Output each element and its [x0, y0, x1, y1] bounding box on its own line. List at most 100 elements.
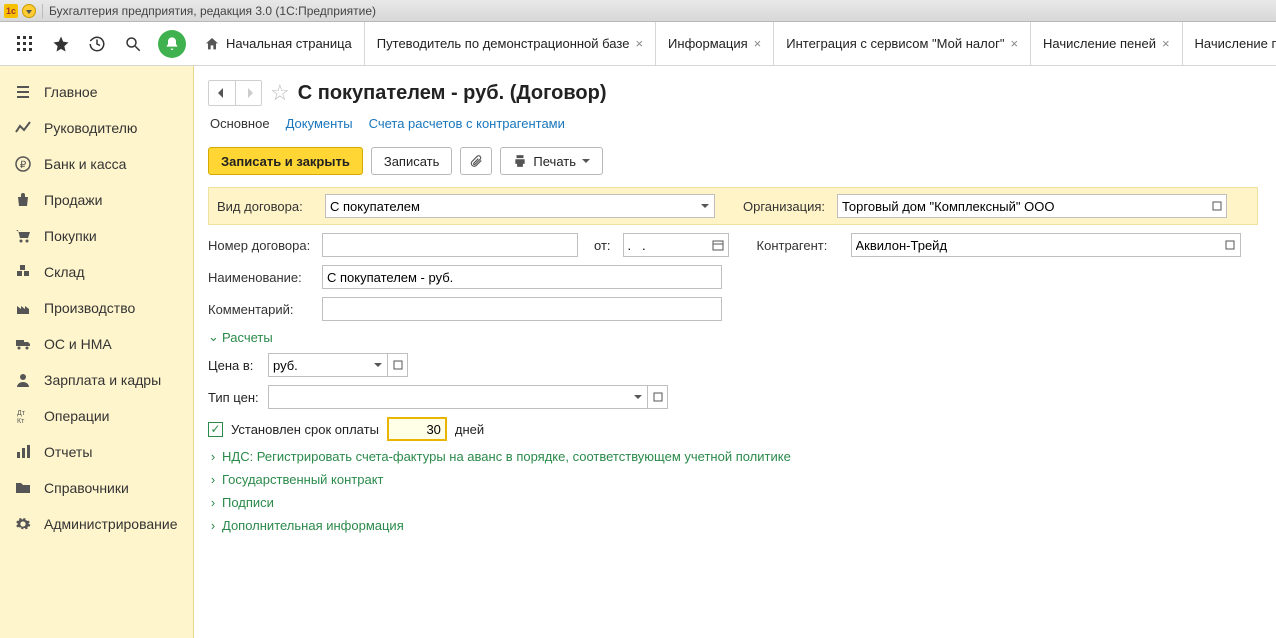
top-icon-zone	[0, 22, 194, 65]
due-checkbox[interactable]: ✓	[208, 422, 223, 437]
section-gov-contract[interactable]: › Государственный контракт	[208, 472, 1258, 487]
price-type-field[interactable]	[268, 385, 668, 409]
dropdown-button[interactable]	[695, 194, 715, 218]
tab-home[interactable]: Начальная страница	[194, 22, 365, 65]
tab-label: Начисление пеней	[1043, 36, 1156, 51]
sidebar-label: Банк и касса	[44, 156, 126, 172]
sidebar-item-catalogs[interactable]: Справочники	[0, 470, 193, 506]
back-button[interactable]	[209, 81, 235, 105]
price-type-input[interactable]	[268, 385, 628, 409]
chevron-right-icon: ›	[208, 495, 218, 510]
history-icon[interactable]	[86, 33, 108, 55]
calendar-icon	[712, 239, 724, 251]
tab-label: Начисление пеней	[1195, 36, 1276, 51]
contract-type-field[interactable]	[325, 194, 715, 218]
window-menu-button[interactable]	[22, 4, 36, 18]
sidebar-item-purchases[interactable]: Покупки	[0, 218, 193, 254]
counterparty-input[interactable]	[851, 233, 1221, 257]
sidebar-item-hr[interactable]: Зарплата и кадры	[0, 362, 193, 398]
truck-icon	[14, 335, 32, 353]
sidebar-item-assets[interactable]: ОС и НМА	[0, 326, 193, 362]
toolbar: Записать и закрыть Записать Печать	[208, 147, 1258, 175]
due-row: ✓ Установлен срок оплаты дней	[208, 417, 1258, 441]
page-header: ☆ С покупателем - руб. (Договор)	[208, 80, 1258, 106]
content-area: ☆ С покупателем - руб. (Договор) Основно…	[194, 66, 1276, 638]
counterparty-field[interactable]	[851, 233, 1241, 257]
section-signatures[interactable]: › Подписи	[208, 495, 1258, 510]
subnav-accounts[interactable]: Счета расчетов с контрагентами	[369, 116, 565, 133]
date-input[interactable]	[623, 233, 709, 257]
sidebar-item-warehouse[interactable]: Склад	[0, 254, 193, 290]
subnav-main[interactable]: Основное	[210, 116, 270, 133]
close-icon[interactable]: ×	[635, 36, 643, 51]
dropdown-button[interactable]	[628, 385, 648, 409]
chevron-down-icon: ⌄	[208, 329, 218, 345]
contract-number-input[interactable]	[322, 233, 578, 257]
sidebar-item-sales[interactable]: Продажи	[0, 182, 193, 218]
subnav: Основное Документы Счета расчетов с конт…	[210, 116, 1258, 133]
search-icon[interactable]	[122, 33, 144, 55]
sidebar-label: Справочники	[44, 480, 129, 496]
close-icon[interactable]: ×	[1010, 36, 1018, 51]
section-calculations[interactable]: ⌄ Расчеты	[208, 329, 1258, 345]
sidebar-item-bank[interactable]: ₽Банк и касса	[0, 146, 193, 182]
tab-label: Интеграция с сервисом "Мой налог"	[786, 36, 1004, 51]
save-button[interactable]: Записать	[371, 147, 453, 175]
tab-item[interactable]: Путеводитель по демонстрационной базе ×	[365, 22, 656, 65]
apps-icon[interactable]	[14, 33, 36, 55]
comment-label: Комментарий:	[208, 302, 314, 317]
price-in-input[interactable]	[268, 353, 368, 377]
due-unit: дней	[455, 422, 484, 437]
bar-chart-icon	[14, 443, 32, 461]
tab-item[interactable]: Начисление пеней	[1183, 22, 1276, 65]
tab-item[interactable]: Начисление пеней ×	[1031, 22, 1183, 65]
subnav-documents[interactable]: Документы	[286, 116, 353, 133]
star-icon[interactable]	[50, 33, 72, 55]
attach-button[interactable]	[460, 147, 492, 175]
sidebar-label: Отчеты	[44, 444, 92, 460]
name-input[interactable]	[322, 265, 722, 289]
close-icon[interactable]: ×	[754, 36, 762, 51]
sidebar-item-reports[interactable]: Отчеты	[0, 434, 193, 470]
tab-item[interactable]: Интеграция с сервисом "Мой налог" ×	[774, 22, 1031, 65]
sidebar-label: Продажи	[44, 192, 102, 208]
forward-button[interactable]	[235, 81, 261, 105]
price-in-field[interactable]	[268, 353, 408, 377]
person-icon	[14, 371, 32, 389]
organization-field[interactable]	[837, 194, 1227, 218]
save-and-close-button[interactable]: Записать и закрыть	[208, 147, 363, 175]
calendar-button[interactable]	[709, 233, 729, 257]
print-button[interactable]: Печать	[500, 147, 603, 175]
sidebar-item-admin[interactable]: Администрирование	[0, 506, 193, 542]
open-button[interactable]	[648, 385, 668, 409]
notifications-icon[interactable]	[158, 30, 186, 58]
open-button[interactable]	[388, 353, 408, 377]
chevron-right-icon: ›	[208, 449, 218, 464]
comment-input[interactable]	[322, 297, 722, 321]
tab-bar: Начальная страница Путеводитель по демон…	[194, 22, 1276, 65]
sidebar-item-operations[interactable]: ДтКтОперации	[0, 398, 193, 434]
contract-type-input[interactable]	[325, 194, 695, 218]
sidebar-item-manager[interactable]: Руководителю	[0, 110, 193, 146]
dropdown-button[interactable]	[368, 353, 388, 377]
price-in-row: Цена в:	[208, 353, 1258, 377]
paperclip-icon	[469, 154, 483, 168]
tab-item[interactable]: Информация ×	[656, 22, 774, 65]
close-icon[interactable]: ×	[1162, 36, 1170, 51]
date-field[interactable]	[623, 233, 729, 257]
section-additional-info[interactable]: › Дополнительная информация	[208, 518, 1258, 533]
tab-label: Информация	[668, 36, 748, 51]
open-button[interactable]	[1221, 233, 1241, 257]
folder-icon	[14, 479, 32, 497]
sidebar-item-main[interactable]: Главное	[0, 74, 193, 110]
due-days-input[interactable]	[387, 417, 447, 441]
home-icon	[204, 36, 220, 52]
section-vat[interactable]: › НДС: Регистрировать счета-фактуры на а…	[208, 449, 1258, 464]
favorite-star-icon[interactable]: ☆	[270, 80, 290, 106]
price-type-label: Тип цен:	[208, 390, 260, 405]
open-button[interactable]	[1207, 194, 1227, 218]
organization-input[interactable]	[837, 194, 1207, 218]
sidebar-item-production[interactable]: Производство	[0, 290, 193, 326]
gear-icon	[14, 515, 32, 533]
button-label: Печать	[533, 154, 576, 169]
